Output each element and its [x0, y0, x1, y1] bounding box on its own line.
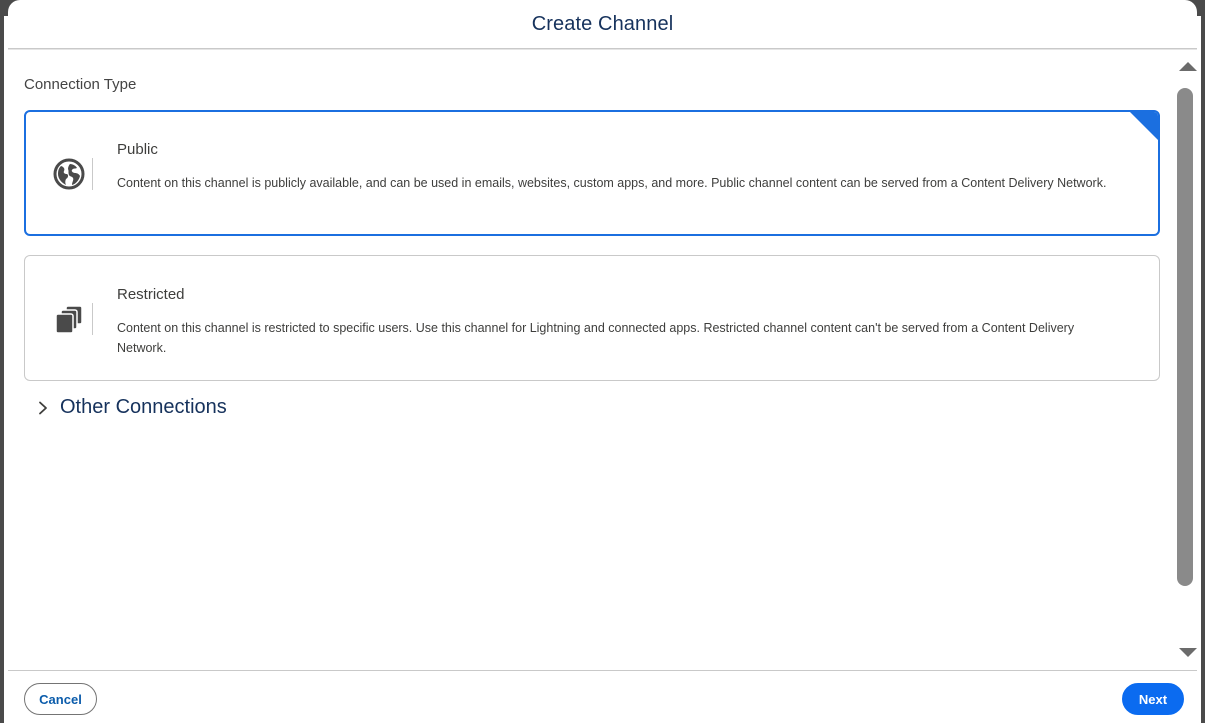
- stacked-squares-icon: [55, 305, 83, 334]
- modal-title: Create Channel: [531, 12, 674, 35]
- other-connections-label: Other Connections: [60, 396, 227, 418]
- other-connections-toggle[interactable]: Other Connections: [36, 396, 227, 419]
- option-title: Public: [117, 141, 158, 158]
- chevron-right-icon: [39, 401, 47, 414]
- modal-header: Create Channel: [8, 0, 1197, 49]
- option-title: Restricted: [117, 286, 185, 303]
- globe-icon: [53, 158, 85, 190]
- modal-body: Create Channel Connection Type Public Co…: [8, 0, 1197, 723]
- card-divider: [92, 158, 93, 190]
- option-card-public[interactable]: Public Content on this channel is public…: [24, 110, 1160, 236]
- next-button[interactable]: Next: [1122, 683, 1184, 715]
- connection-type-label: Connection Type: [24, 76, 137, 93]
- option-card-restricted[interactable]: Restricted Content on this channel is re…: [24, 255, 1160, 381]
- scroll-up-arrow-icon[interactable]: [1179, 62, 1197, 71]
- modal-content: Connection Type Public Content on this c…: [8, 50, 1173, 671]
- cancel-button[interactable]: Cancel: [24, 683, 97, 715]
- scroll-down-arrow-icon[interactable]: [1179, 648, 1197, 657]
- option-description: Content on this channel is restricted to…: [117, 321, 1075, 355]
- vertical-scrollbar[interactable]: [1173, 52, 1197, 667]
- scrollbar-thumb[interactable]: [1177, 88, 1193, 586]
- card-divider: [92, 303, 93, 335]
- create-channel-modal: Create Channel Connection Type Public Co…: [0, 0, 1205, 723]
- selected-indicator: [1129, 112, 1158, 141]
- option-description: Content on this channel is publicly avai…: [117, 176, 1107, 190]
- modal-footer: Cancel Next: [8, 670, 1197, 723]
